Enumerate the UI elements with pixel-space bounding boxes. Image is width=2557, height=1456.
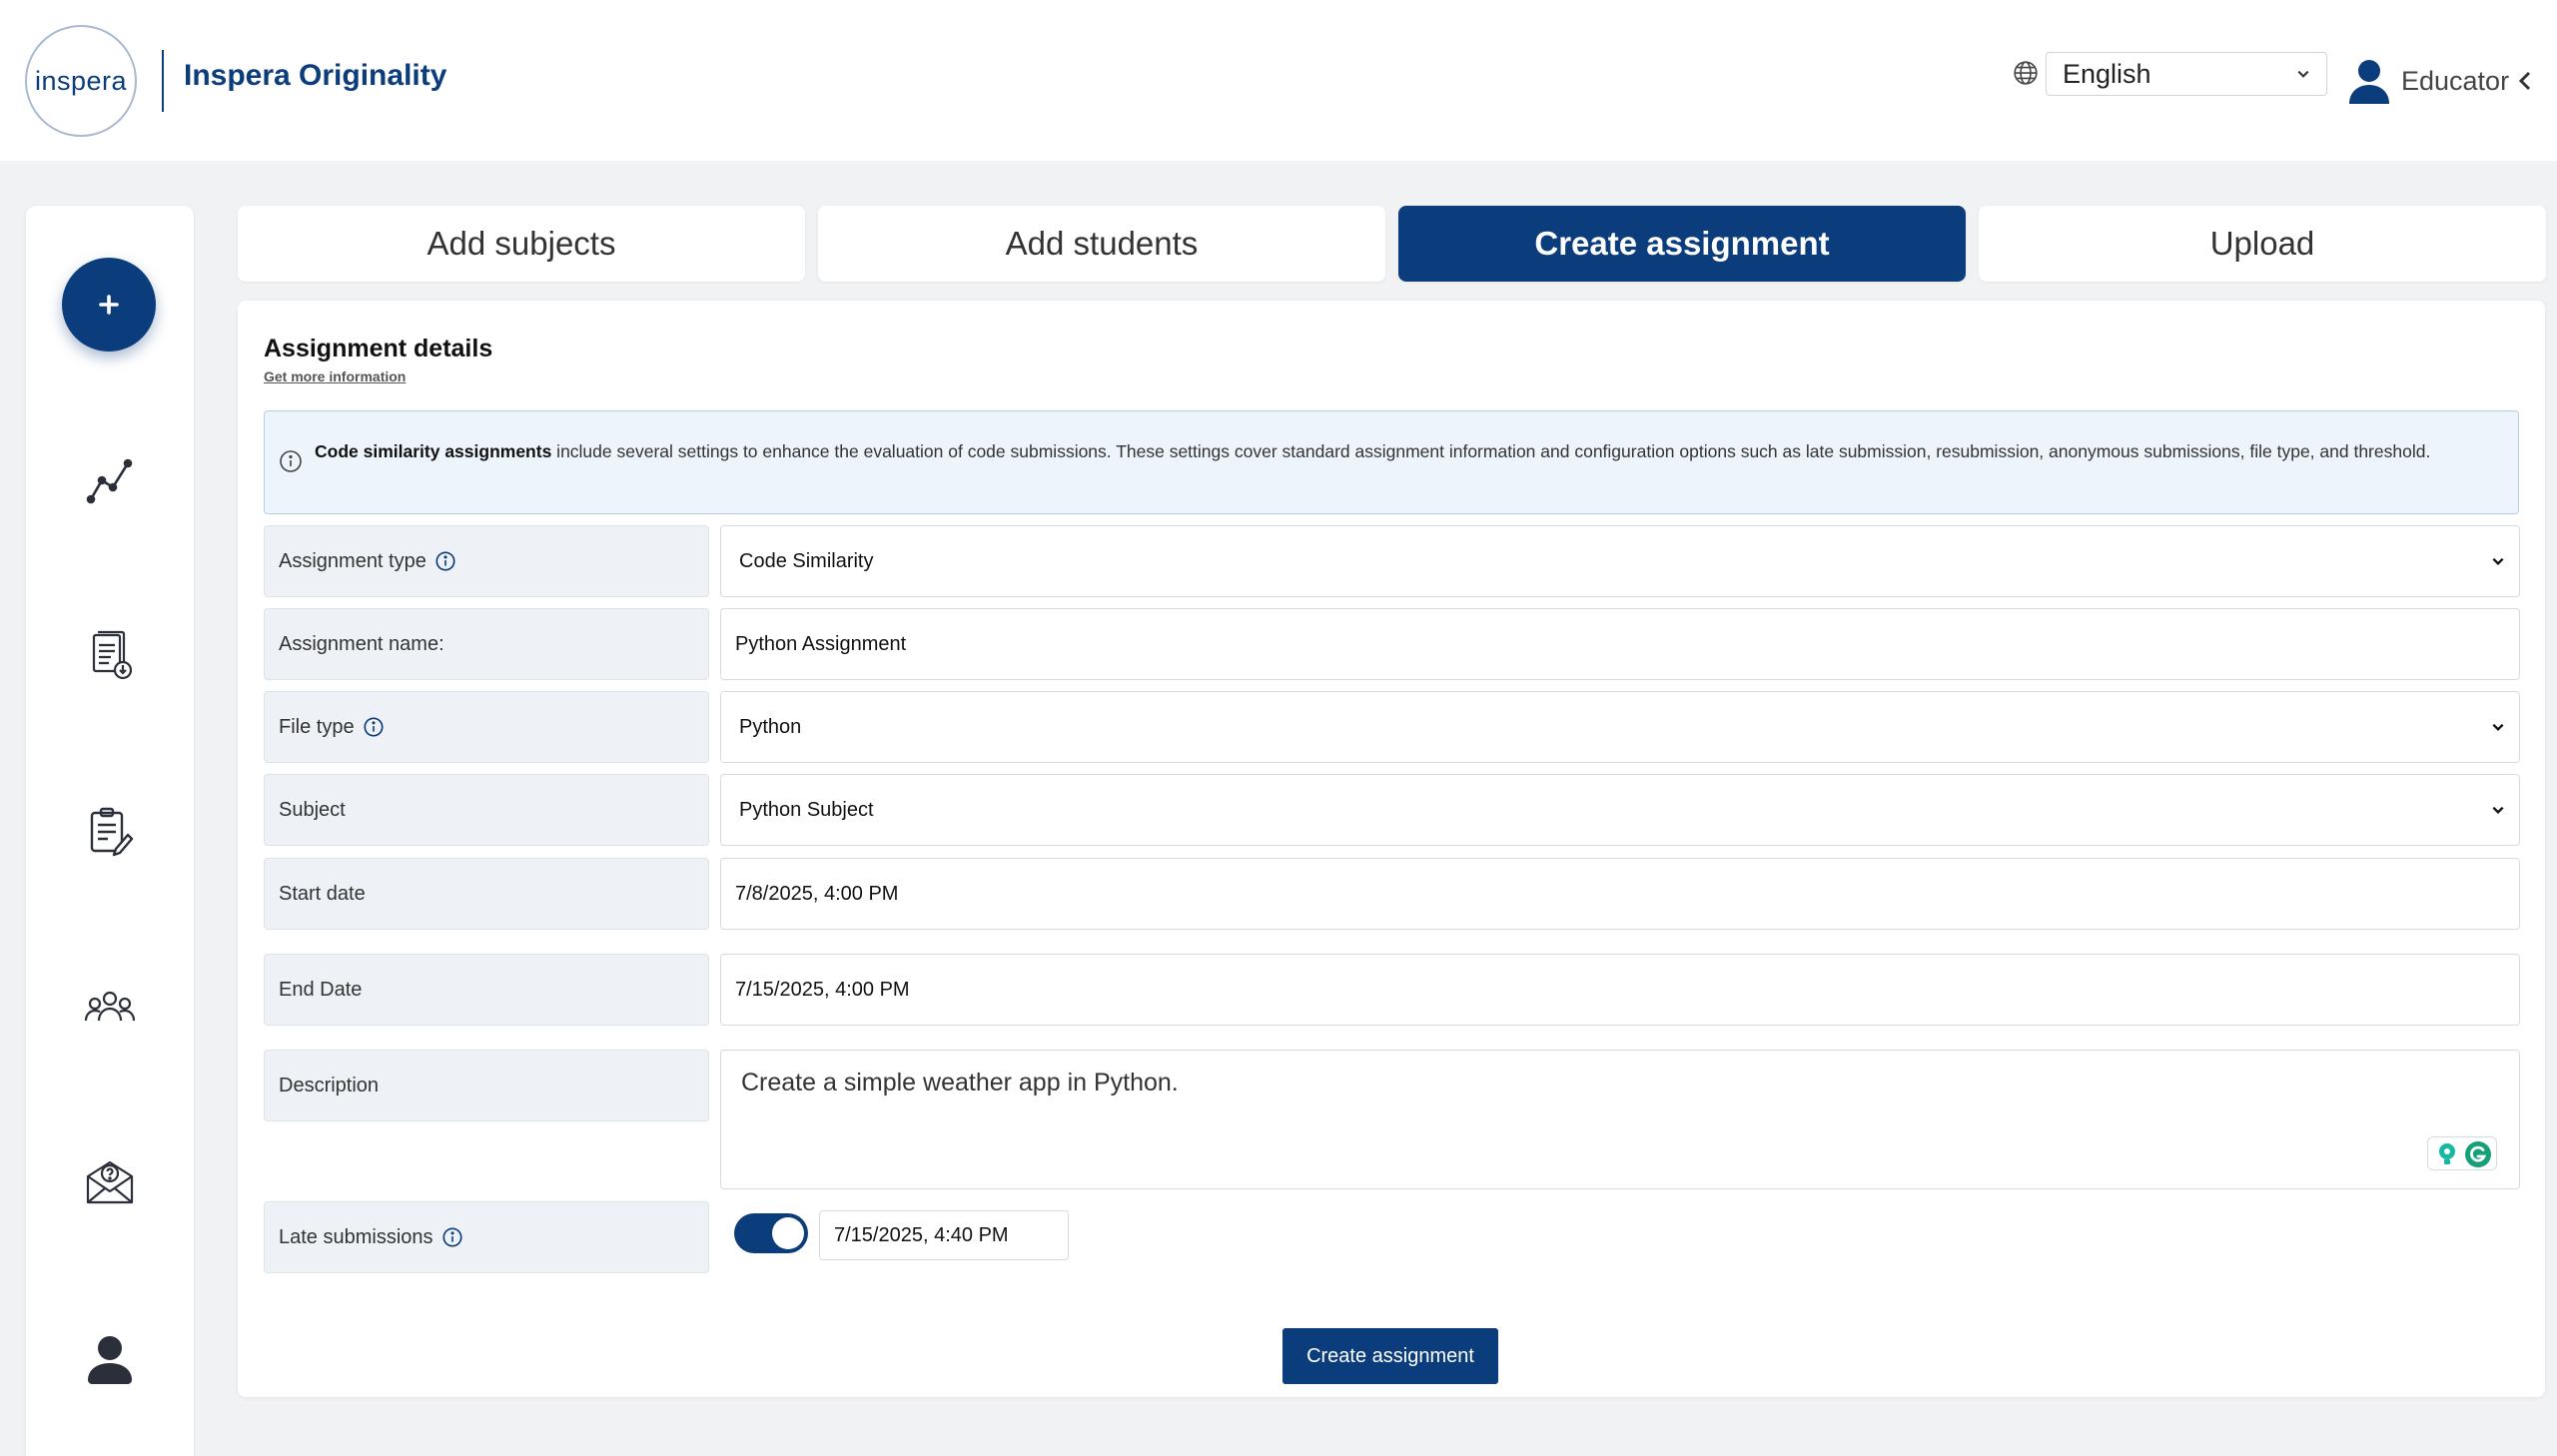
info-icon[interactable]	[441, 1226, 463, 1248]
logo-text: inspera	[34, 65, 128, 96]
group-icon[interactable]	[82, 979, 138, 1035]
sidebar	[26, 206, 194, 1456]
start-date-input[interactable]: 7/8/2025, 4:00 PM	[720, 858, 2520, 930]
lightbulb-icon	[2439, 1143, 2455, 1164]
analytics-icon[interactable]	[82, 451, 138, 507]
profile-icon[interactable]	[82, 1330, 138, 1386]
mail-help-icon[interactable]	[82, 1154, 138, 1210]
chevron-down-icon	[2492, 806, 2504, 814]
tab-create-assignment[interactable]: Create assignment	[1398, 206, 1966, 282]
globe-icon	[2014, 61, 2038, 85]
chevron-down-icon	[2492, 557, 2504, 565]
subject-value: Python Subject	[739, 798, 874, 821]
end-date-label: End Date	[264, 954, 709, 1026]
language-value: English	[2063, 58, 2151, 89]
file-type-select[interactable]: Python	[720, 691, 2520, 763]
subject-label: Subject	[264, 774, 709, 846]
assignment-type-label: Assignment type	[264, 525, 709, 597]
chevron-down-icon	[2297, 70, 2309, 78]
user-icon[interactable]	[2347, 58, 2391, 104]
subject-label-text: Subject	[279, 798, 346, 821]
app-title: Inspera Originality	[184, 59, 447, 92]
assignment-name-label: Assignment name:	[264, 608, 709, 680]
info-icon	[280, 450, 302, 472]
assignment-card: Assignment details Get more information …	[238, 301, 2545, 1397]
late-submissions-label-text: Late submissions	[279, 1225, 433, 1248]
late-submission-date-value: 7/15/2025, 4:40 PM	[834, 1223, 1009, 1246]
assignment-name-label-text: Assignment name:	[279, 632, 444, 655]
inspera-logo[interactable]: inspera	[25, 25, 137, 137]
add-button[interactable]	[62, 258, 156, 352]
tab-upload[interactable]: Upload	[1979, 206, 2546, 282]
assignment-type-value: Code Similarity	[739, 549, 874, 572]
chevron-down-icon	[2492, 723, 2504, 731]
description-value: Create a simple weather app in Python.	[741, 1069, 1179, 1096]
late-submissions-toggle[interactable]	[734, 1213, 808, 1253]
info-icon[interactable]	[363, 716, 385, 738]
subject-select[interactable]: Python Subject	[720, 774, 2520, 846]
file-type-label: File type	[264, 691, 709, 763]
logo-divider	[162, 50, 164, 112]
description-label: Description	[264, 1050, 709, 1121]
tab-add-subjects[interactable]: Add subjects	[238, 206, 805, 282]
info-text: Code similarity assignments include seve…	[315, 441, 2502, 462]
info-icon[interactable]	[434, 550, 456, 572]
plus-icon	[99, 295, 119, 315]
assignment-details-title: Assignment details	[264, 335, 493, 363]
description-textarea[interactable]: Create a simple weather app in Python.	[720, 1050, 2520, 1189]
file-type-value: Python	[739, 715, 802, 738]
file-type-label-text: File type	[279, 715, 355, 738]
info-bold-text: Code similarity assignments	[315, 441, 552, 461]
grammarly-icon	[2465, 1141, 2491, 1167]
chevron-left-icon[interactable]	[2517, 70, 2533, 92]
end-date-label-text: End Date	[279, 978, 363, 1001]
start-date-label-text: Start date	[279, 882, 366, 905]
toggle-knob	[772, 1217, 804, 1249]
app-header: inspera Inspera Originality English Educ…	[0, 0, 2557, 161]
end-date-input[interactable]: 7/15/2025, 4:00 PM	[720, 954, 2520, 1026]
late-submission-date-input[interactable]: 7/15/2025, 4:40 PM	[819, 1210, 1069, 1260]
create-assignment-button[interactable]: Create assignment	[1282, 1328, 1498, 1384]
edit-document-icon[interactable]	[82, 803, 138, 859]
assignment-name-value: Python Assignment	[735, 632, 907, 655]
end-date-value: 7/15/2025, 4:00 PM	[735, 978, 910, 1001]
assignment-type-label-text: Assignment type	[279, 549, 426, 572]
start-date-label: Start date	[264, 858, 709, 930]
description-label-text: Description	[279, 1074, 380, 1096]
start-date-value: 7/8/2025, 4:00 PM	[735, 882, 899, 905]
info-banner: Code similarity assignments include seve…	[264, 410, 2519, 514]
grammarly-widget[interactable]	[2427, 1136, 2497, 1170]
info-body-text: include several settings to enhance the …	[551, 441, 2431, 461]
get-more-information-link[interactable]: Get more information	[264, 368, 406, 384]
assignment-type-select[interactable]: Code Similarity	[720, 525, 2520, 597]
language-select[interactable]: English	[2046, 52, 2327, 96]
tab-add-students[interactable]: Add students	[818, 206, 1385, 282]
role-label[interactable]: Educator	[2401, 66, 2509, 97]
late-submissions-label: Late submissions	[264, 1201, 709, 1273]
assignment-name-input[interactable]: Python Assignment	[720, 608, 2520, 680]
document-icon[interactable]	[82, 627, 138, 683]
